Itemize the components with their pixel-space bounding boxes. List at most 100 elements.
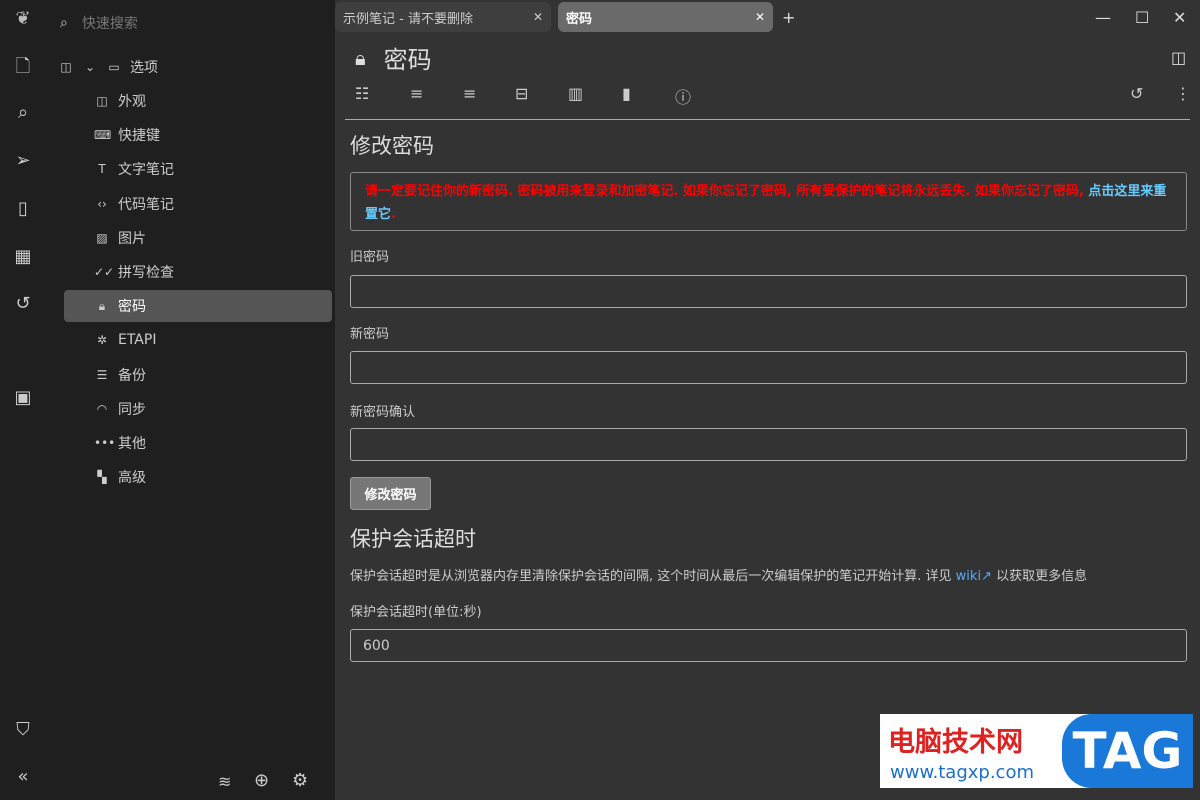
image-icon: ▨ [96, 230, 108, 245]
quick-search[interactable]: ⌕ 快速搜索 [52, 10, 322, 36]
sidebar-item[interactable]: ⌨ 快捷键 [64, 119, 332, 151]
send-icon[interactable]: ➢ [12, 150, 34, 172]
tab-sample-notes[interactable]: 示例笔记 - 请不要删除 ✕ [335, 2, 551, 32]
database-icon: ☰ [96, 367, 108, 382]
lock-icon: 🔒︎ [355, 45, 366, 70]
timeout-label: 保护会话超时(单位:秒) [350, 605, 482, 620]
dots-icon: ••• [94, 436, 116, 450]
lock-icon: 🔒︎ [98, 298, 106, 313]
new-password-label: 新密码 [350, 327, 390, 342]
calendar-star-icon[interactable]: ▣ [12, 387, 34, 409]
sidebar-item-label: 备份 [118, 367, 146, 384]
collapse-icon[interactable]: « [12, 766, 34, 788]
sidebar-item[interactable]: ▚ 高级 [64, 461, 332, 493]
tab-label: 示例笔记 - 请不要删除 [343, 11, 473, 27]
check-icon: ✓✓ [94, 265, 115, 279]
text-icon: T [98, 162, 106, 177]
crosshair-icon[interactable]: ⊕ [254, 770, 269, 791]
tab-label: 密码 [566, 11, 593, 27]
map-icon[interactable]: ▥ [568, 84, 583, 103]
sidebar-item[interactable]: ▨ 图片 [64, 222, 332, 254]
close-icon[interactable]: ✕ [533, 10, 543, 24]
launcher-rail: ❦ 🗋 ⌕ ➢ ▯ ▦ ↺ ▣ ⛉ « [0, 0, 46, 800]
keyboard-icon: ⌨ [94, 128, 112, 143]
search-icon: ⌕ [60, 15, 68, 31]
warning-alert: 请一定要记住你的新密码. 密码被用来登录和加密笔记. 如果你忘记了密码, 所有受… [350, 172, 1187, 231]
desc-text: 保护会话超时是从浏览器内存里清除保护会话的间隔, 这个时间从最后一次编辑保护的笔… [350, 569, 956, 584]
period: . [391, 207, 396, 222]
sidebar-item-label: 拼写检查 [118, 265, 174, 281]
sidebar-item-label: 同步 [118, 401, 146, 418]
sidebar: ⌕ 快速搜索 ◫ ⌄ ▭ 选项 ◫ 外观 ⌨ 快捷键 T 文字笔记 ‹› 代码笔记 ▨ 图片 ✓✓ 拼写检查 🔒… [46, 0, 334, 800]
new-note-icon[interactable]: 🗋 [12, 56, 34, 78]
book-icon: ▭ [108, 60, 120, 74]
sidebar-item-label: ETAPI [118, 332, 157, 349]
minimize-icon[interactable]: — [1095, 8, 1111, 27]
hoist-icon[interactable]: ◫ [58, 60, 74, 74]
change-password-button[interactable]: 修改密码 [350, 477, 431, 510]
close-icon[interactable]: ✕ [755, 10, 765, 24]
sidebar-item-label: 其他 [118, 436, 146, 452]
sidebar-item[interactable]: ◠ 同步 [64, 393, 332, 425]
layers-icon[interactable]: ≋ [218, 772, 231, 791]
sidebar-item-label: 高级 [118, 470, 146, 487]
chart-icon[interactable]: ▮ [622, 84, 631, 103]
properties-icon[interactable]: ☷ [355, 84, 369, 103]
warning-text: 请一定要记住你的新密码. 密码被用来登录和加密笔记. 如果你忘记了密码, 所有受… [365, 184, 1089, 199]
search-input[interactable]: 快速搜索 [82, 13, 138, 33]
sidebar-item-label: 密码 [118, 299, 146, 316]
sidebar-item[interactable]: ‹› 代码笔记 [64, 188, 332, 220]
sidebar-item[interactable]: ☰ 备份 [64, 359, 332, 391]
change-password-heading: 修改密码 [350, 134, 434, 158]
tab-password[interactable]: 密码 ✕ [558, 2, 773, 32]
note-title-text[interactable]: 密码 [384, 40, 432, 75]
history-icon[interactable]: ↺ [1130, 84, 1143, 103]
wifi-icon: ◠ [96, 401, 108, 416]
search-icon[interactable]: ⌕ [12, 102, 34, 124]
map-icon[interactable]: ▯ [12, 198, 34, 220]
sidebar-item-label: 图片 [118, 230, 146, 247]
old-password-input[interactable] [350, 275, 1187, 308]
shield-icon[interactable]: ⛉ [12, 719, 34, 741]
sidebar-item[interactable]: ✲ ETAPI [64, 324, 332, 356]
sidebar-item[interactable]: ◫ 外观 [64, 85, 332, 117]
wiki-link[interactable]: wiki↗ [956, 569, 992, 584]
old-password-label: 旧密码 [350, 250, 390, 265]
app-logo-icon[interactable]: ❦ [12, 8, 34, 30]
close-window-icon[interactable]: ✕ [1173, 8, 1186, 27]
confirm-password-label: 新密码确认 [350, 405, 416, 420]
confirm-password-input[interactable] [350, 428, 1187, 461]
sidebar-item[interactable]: ✓✓ 拼写检查 [64, 256, 332, 288]
right-pane-icon[interactable]: ◫ [1171, 48, 1186, 67]
tree-root[interactable]: ◫ ⌄ ▭ 选项 [52, 51, 320, 83]
sidebar-item-label: 外观 [118, 94, 146, 110]
more-icon[interactable]: ⋮ [1175, 84, 1191, 103]
layout-icon: ◫ [96, 94, 108, 108]
sidebar-item[interactable]: T 文字笔记 [64, 153, 332, 185]
settings-icon[interactable]: ⚙ [292, 770, 308, 791]
timeout-heading: 保护会话超时 [350, 527, 476, 551]
puzzle-icon: ✲ [96, 333, 108, 348]
sidebar-item-label: 快捷键 [118, 128, 160, 145]
desc-text: 以获取更多信息 [991, 569, 1088, 584]
new-password-input[interactable] [350, 351, 1187, 384]
grid-icon: ▚ [97, 470, 107, 485]
sidebar-item-label: 文字笔记 [118, 162, 174, 179]
maximize-icon[interactable]: ☐ [1135, 8, 1149, 27]
main-panel: 示例笔记 - 请不要删除 ✕ 密码 ✕ + — ☐ ✕ 🔒︎ 密码 ◫ ☷ ≡ ≡ ⊟… [335, 0, 1200, 800]
watermark-logo: 电脑技术网 www.tagxp.com TAG [880, 714, 1193, 788]
sidebar-item[interactable]: 🔒︎ 密码 [64, 290, 332, 323]
history-icon[interactable]: ↺ [12, 293, 34, 315]
new-tab-icon[interactable]: + [782, 8, 795, 27]
calendar-icon[interactable]: ▦ [12, 246, 34, 268]
note-title: 🔒︎ 密码 [355, 40, 432, 75]
chevron-down-icon[interactable]: ⌄ [82, 60, 98, 74]
list-check-icon[interactable]: ≡ [410, 84, 423, 103]
list-add-icon[interactable]: ≡ [463, 84, 476, 103]
sidebar-item[interactable]: ••• 其他 [64, 427, 332, 459]
tree-root-label: 选项 [130, 60, 158, 76]
timeout-input[interactable] [350, 629, 1187, 662]
info-icon[interactable]: ⓘ [675, 84, 691, 108]
collection-icon[interactable]: ⊟ [515, 84, 528, 103]
divider [345, 119, 1190, 120]
